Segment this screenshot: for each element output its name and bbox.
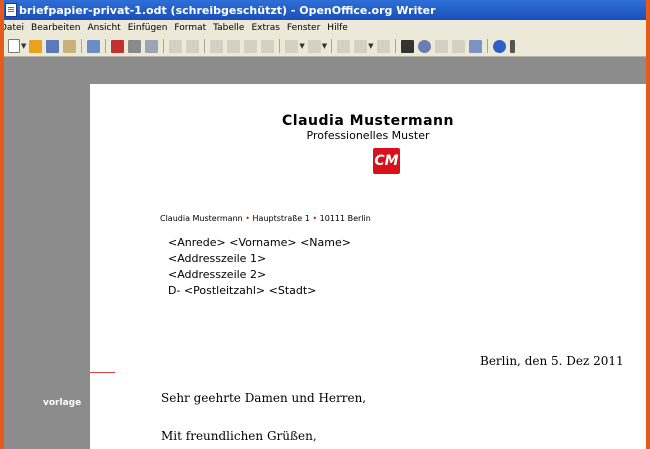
menu-extras[interactable]: Extras [251,23,279,33]
print-icon[interactable] [128,39,142,53]
date-line: Berlin, den 5. Dez 2011 [480,354,624,368]
toolbar-separator [204,39,206,53]
toolbar-separator [163,39,165,53]
return-street: Hauptstraße 1 [252,214,310,223]
zoom-icon[interactable] [468,39,482,53]
cut-icon[interactable] [210,39,224,53]
open-folder-icon[interactable] [29,39,43,53]
menu-hilfe[interactable]: Hilfe [327,23,347,33]
sender-subtitle: Professionelles Muster [306,129,430,142]
window-title: briefpapier-privat-1.odt (schreibgeschüt… [19,3,436,17]
navigator-icon[interactable] [417,39,431,53]
find-replace-icon[interactable] [400,39,414,53]
page-preview-icon[interactable] [145,39,159,53]
undo-icon[interactable] [285,39,299,53]
document-icon [5,3,17,17]
standard-toolbar: ▼ ▼ ▼ ▼ [4,36,646,57]
return-name: Claudia Mustermann [160,214,243,223]
menu-format[interactable]: Format [174,23,206,33]
address-line-2[interactable]: <Addresszeile 1> [168,252,266,265]
toolbar-separator [105,39,107,53]
email-icon[interactable] [63,39,77,53]
export-pdf-icon[interactable] [111,39,125,53]
toolbar-separator [279,39,281,53]
gallery-icon[interactable] [434,39,448,53]
draw-functions-icon[interactable] [376,39,390,53]
autospellcheck-icon[interactable] [186,39,200,53]
title-bar[interactable]: briefpapier-privat-1.odt (schreibgeschüt… [4,0,646,20]
closing: Mit freundlichen Grüßen, [161,429,317,443]
bullet-separator: • [312,214,320,223]
menu-datei[interactable]: Datei [4,23,24,33]
table-icon[interactable] [354,39,368,53]
monogram-logo: CM [373,148,400,174]
edit-file-icon[interactable] [87,39,101,53]
table-dropdown-icon[interactable]: ▼ [368,42,373,50]
menu-tabelle[interactable]: Tabelle [213,23,244,33]
fold-mark [90,372,115,373]
menu-ansicht[interactable]: Ansicht [87,23,120,33]
new-document-icon[interactable] [8,39,20,53]
toolbar-separator [394,39,396,53]
spellcheck-icon[interactable] [169,39,183,53]
toolbar-separator [331,39,333,53]
watermark-label: vorlage [43,398,82,408]
menu-bearbeiten[interactable]: Bearbeiten [31,23,80,33]
bullet-separator: • [245,214,253,223]
format-paintbrush-icon[interactable] [261,39,275,53]
address-line-4[interactable]: D- <Postleitzahl> <Stadt> [168,284,316,297]
redo-dropdown-icon[interactable]: ▼ [322,42,327,50]
save-icon[interactable] [46,39,60,53]
hyperlink-icon[interactable] [337,39,351,53]
toolbar-overflow-icon[interactable] [509,39,515,53]
return-address-line: Claudia Mustermann • Hauptstraße 1 • 101… [160,214,371,223]
copy-icon[interactable] [227,39,241,53]
document-page[interactable]: Claudia Mustermann Professionelles Muste… [90,84,646,449]
paste-icon[interactable] [244,39,258,53]
toolbar-separator [81,39,83,53]
address-line-1[interactable]: <Anrede> <Vorname> <Name> [168,236,351,249]
help-icon[interactable] [492,39,506,53]
menu-bar: Datei Bearbeiten Ansicht Einfügen Format… [4,20,646,36]
undo-dropdown-icon[interactable]: ▼ [299,42,304,50]
formatting-marks-icon[interactable] [451,39,465,53]
menu-einfuegen[interactable]: Einfügen [128,23,168,33]
toolbar-separator [486,39,488,53]
new-dropdown-icon[interactable]: ▼ [21,42,26,50]
redo-icon[interactable] [307,39,321,53]
salutation: Sehr geehrte Damen und Herren, [161,391,367,405]
return-city: 10111 Berlin [319,214,371,223]
sender-name: Claudia Mustermann [282,113,454,129]
app-window: briefpapier-privat-1.odt (schreibgeschüt… [4,0,646,449]
address-line-3[interactable]: <Addresszeile 2> [168,268,266,281]
menu-fenster[interactable]: Fenster [287,23,320,33]
